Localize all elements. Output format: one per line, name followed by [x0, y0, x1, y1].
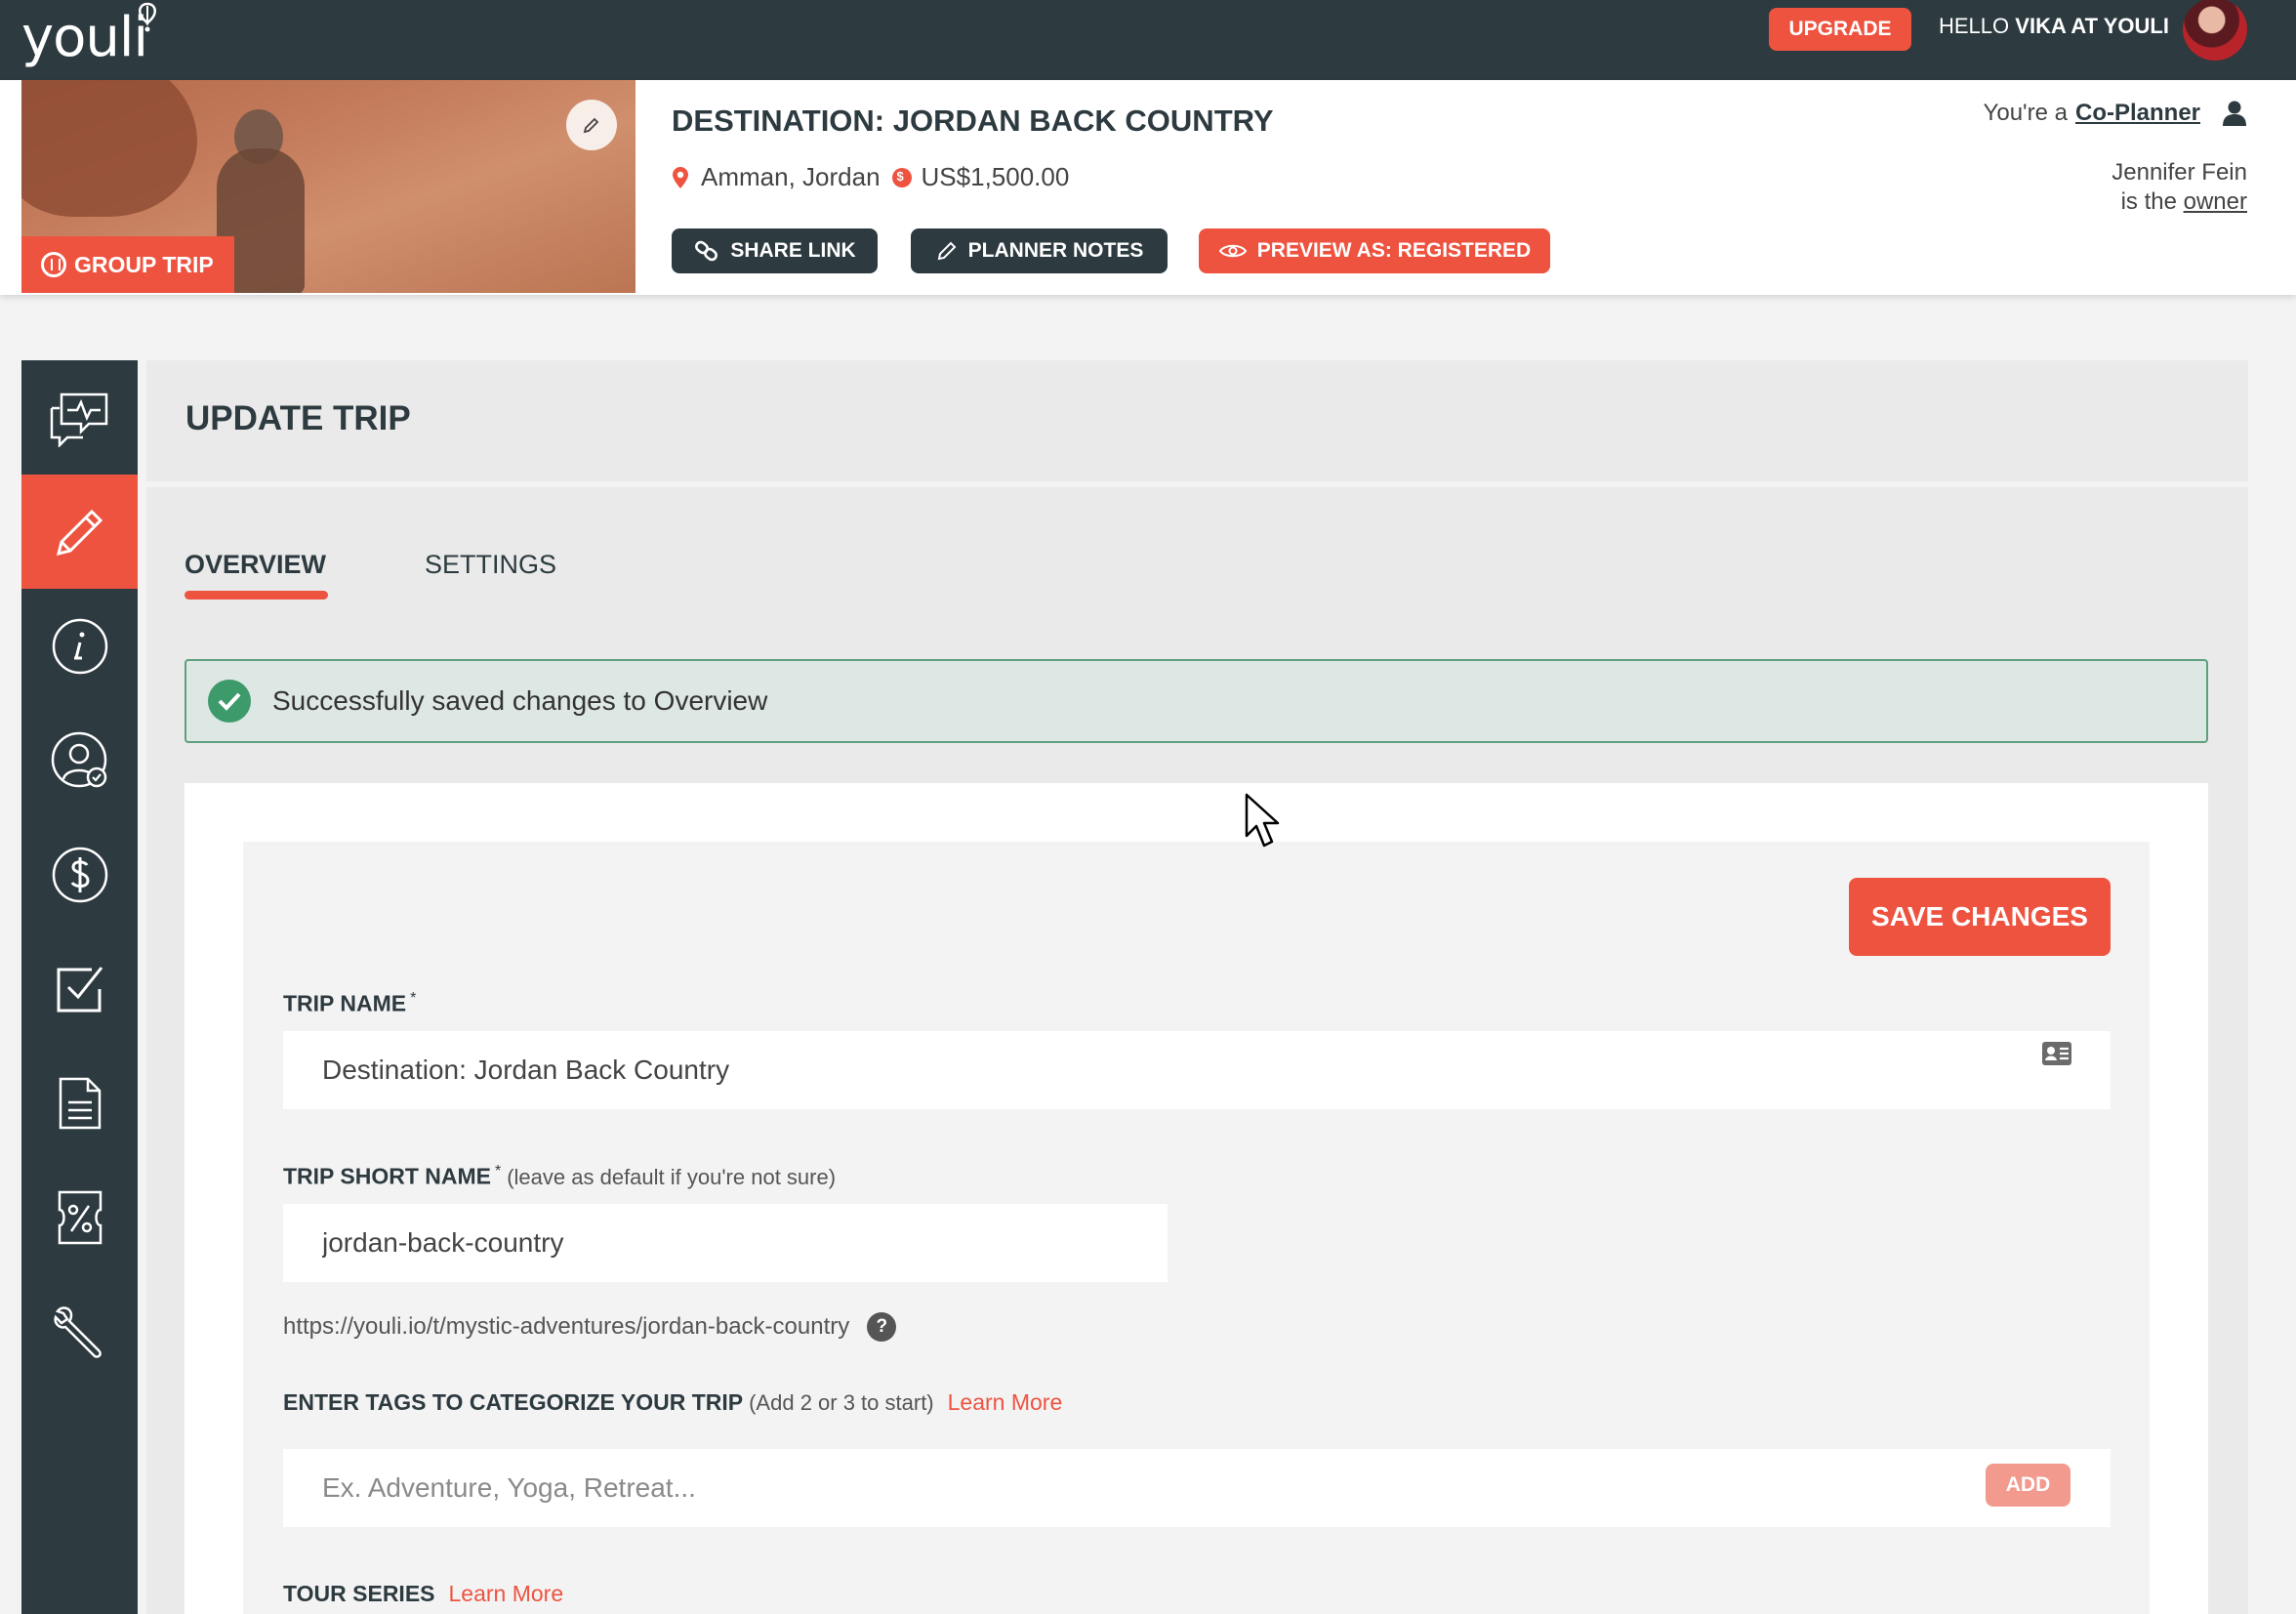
- tab-settings[interactable]: SETTINGS: [425, 550, 556, 580]
- tags-label: ENTER TAGS TO CATEGORIZE YOUR TRIP (Add 2…: [283, 1389, 1062, 1416]
- pencil-icon: [937, 241, 957, 261]
- greeting-name: VIKA AT YOULI: [2015, 14, 2169, 38]
- overview-form: SAVE CHANGES TRIP NAME* TRIP SHORT NAME*…: [243, 842, 2150, 1614]
- luggage-icon: [41, 252, 66, 277]
- short-name-note: (leave as default if you're not sure): [507, 1164, 837, 1189]
- owner-info: Jennifer Fein is the owner: [2112, 158, 2247, 217]
- sidebar-item-discounts[interactable]: [21, 1160, 138, 1274]
- top-bar: youli UPGRADE HELLO VIKA AT YOULI: [0, 0, 2296, 80]
- user-check-icon: [51, 731, 106, 787]
- balloon-logo-icon: [139, 2, 156, 32]
- planner-notes-button[interactable]: PLANNER NOTES: [911, 228, 1168, 273]
- id-card-icon[interactable]: [2041, 1041, 2072, 1066]
- avatar[interactable]: [2183, 0, 2247, 61]
- active-tab-indicator: [184, 591, 328, 600]
- required-mark: *: [410, 990, 417, 1007]
- role-info: You're a Co-Planner: [1984, 100, 2247, 127]
- sidebar-item-participants[interactable]: [21, 703, 138, 817]
- share-link-label: SHARE LINK: [730, 239, 856, 262]
- trip-short-name-label: TRIP SHORT NAME * (leave as default if you…: [283, 1163, 836, 1190]
- page-header: UPDATE TRIP: [146, 360, 2248, 481]
- trip-name-label-text: TRIP NAME: [283, 990, 407, 1016]
- role-prefix: You're a: [1983, 100, 2068, 126]
- tour-series-label-text: TOUR SERIES: [283, 1581, 435, 1606]
- coupon-percent-icon: [58, 1190, 102, 1244]
- sidebar-item-pricing[interactable]: [21, 817, 138, 931]
- location-pin-icon: [673, 166, 688, 188]
- sidebar-item-edit[interactable]: [21, 475, 138, 589]
- document-icon: [59, 1077, 101, 1129]
- logo-text: youli: [21, 6, 148, 69]
- check-circle-icon: [208, 680, 251, 723]
- main-content: OVERVIEW SETTINGS Successfully saved cha…: [146, 487, 2248, 1614]
- trip-price: US$1,500.00: [921, 162, 1070, 191]
- help-icon[interactable]: ?: [867, 1312, 897, 1342]
- price-icon: [891, 167, 912, 187]
- sidebar-item-documents[interactable]: [21, 1046, 138, 1160]
- tags-label-text: ENTER TAGS TO CATEGORIZE YOUR TRIP: [283, 1389, 744, 1415]
- page-title: UPDATE TRIP: [185, 399, 411, 437]
- save-changes-button[interactable]: SAVE CHANGES: [1849, 878, 2111, 956]
- trip-name-input[interactable]: [283, 1031, 2111, 1109]
- share-link-button[interactable]: SHARE LINK: [672, 228, 878, 273]
- mouse-cursor-icon: [1245, 793, 1280, 848]
- chat-activity-icon: [50, 393, 107, 447]
- tags-learn-more-link[interactable]: Learn More: [948, 1389, 1063, 1415]
- trip-header: GROUP TRIP DESTINATION: JORDAN BACK COUN…: [0, 80, 2296, 295]
- short-name-label-text: TRIP SHORT NAME: [283, 1163, 491, 1189]
- sidebar: [21, 360, 138, 1614]
- eye-icon: [1218, 244, 1248, 258]
- overview-form-panel: SAVE CHANGES TRIP NAME* TRIP SHORT NAME*…: [184, 783, 2208, 1614]
- youli-logo[interactable]: youli: [21, 6, 148, 69]
- alert-message: Successfully saved changes to Overview: [272, 685, 768, 716]
- planner-notes-label: PLANNER NOTES: [967, 239, 1144, 262]
- user-greeting[interactable]: HELLO VIKA AT YOULI: [1939, 12, 2169, 41]
- group-trip-badge: GROUP TRIP: [21, 236, 234, 293]
- owner-name: Jennifer Fein: [2112, 159, 2247, 186]
- pencil-icon: [56, 509, 102, 556]
- hero-rock-shape: [21, 80, 197, 217]
- upgrade-button[interactable]: UPGRADE: [1769, 8, 1911, 51]
- wrench-icon: [53, 1305, 102, 1358]
- trip-title: DESTINATION: JORDAN BACK COUNTRY: [672, 103, 1274, 138]
- pencil-icon: [583, 117, 599, 134]
- trip-url-text: https://youli.io/t/mystic-adventures/jor…: [283, 1313, 850, 1340]
- preview-as-button[interactable]: PREVIEW AS: REGISTERED: [1199, 228, 1550, 273]
- user-icon: [2223, 101, 2246, 126]
- trip-meta: Amman, Jordan US$1,500.00: [672, 162, 1069, 192]
- sidebar-item-info[interactable]: [21, 589, 138, 703]
- owner-line: is the owner: [2112, 187, 2247, 217]
- trip-cover-image: GROUP TRIP: [21, 80, 636, 293]
- tour-series-label: TOUR SERIES Learn More: [283, 1581, 563, 1607]
- trip-location: Amman, Jordan: [701, 162, 881, 191]
- greeting-prefix: HELLO: [1939, 14, 2010, 38]
- tags-note: (Add 2 or 3 to start): [749, 1390, 934, 1415]
- trip-url: https://youli.io/t/mystic-adventures/jor…: [283, 1312, 897, 1342]
- checkbox-icon: [57, 966, 102, 1012]
- link-icon: [695, 240, 718, 262]
- tab-overview[interactable]: OVERVIEW: [184, 550, 326, 580]
- owner-link[interactable]: owner: [2184, 188, 2247, 215]
- tour-series-learn-more-link[interactable]: Learn More: [449, 1581, 564, 1606]
- dollar-icon: [52, 847, 107, 902]
- owner-prefix: is the: [2120, 188, 2177, 215]
- tags-input[interactable]: [283, 1449, 2111, 1527]
- sidebar-item-activity[interactable]: [21, 360, 138, 475]
- sidebar-item-tasks[interactable]: [21, 931, 138, 1046]
- add-tag-button[interactable]: ADD: [1986, 1464, 2070, 1507]
- info-icon: [52, 618, 107, 674]
- edit-cover-button[interactable]: [566, 100, 617, 150]
- trip-short-name-input[interactable]: [283, 1204, 1168, 1282]
- co-planner-link[interactable]: Co-Planner: [2075, 100, 2200, 127]
- required-mark: *: [494, 1163, 502, 1179]
- sidebar-item-tools[interactable]: [21, 1274, 138, 1388]
- trip-name-label: TRIP NAME *: [283, 990, 416, 1017]
- success-alert: Successfully saved changes to Overview: [184, 659, 2208, 743]
- group-trip-label: GROUP TRIP: [74, 251, 214, 277]
- preview-as-label: PREVIEW AS: REGISTERED: [1256, 239, 1532, 262]
